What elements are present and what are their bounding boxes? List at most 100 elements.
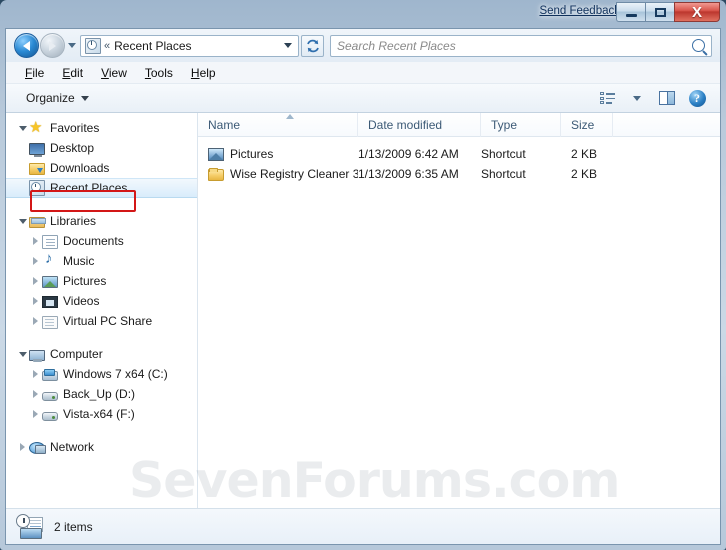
column-headers: Name Date modified Type Size <box>198 112 720 137</box>
triangle-down-icon <box>18 352 27 357</box>
sidebar-group-network[interactable]: Network <box>6 437 197 457</box>
triangle-right-icon <box>33 297 38 305</box>
maximize-button[interactable] <box>645 2 674 22</box>
file-size-cell: 2 KB <box>570 147 597 161</box>
sidebar-group-libraries[interactable]: Libraries <box>6 211 197 231</box>
sidebar-item-documents[interactable]: Documents <box>6 231 197 251</box>
chevron-down-icon <box>80 95 89 101</box>
picture-shortcut-icon <box>208 148 224 161</box>
column-header-size-label: Size <box>571 117 595 132</box>
forward-arrow-icon <box>49 40 56 51</box>
preview-pane-button[interactable] <box>654 87 680 109</box>
sidebar-item-backup-d[interactable]: Back_Up (D:) <box>6 384 197 404</box>
sidebar-item-pictures[interactable]: Pictures <box>6 271 197 291</box>
expander-documents[interactable] <box>29 231 42 251</box>
menu-edit[interactable]: Edit <box>53 64 92 82</box>
navigation-pane[interactable]: Favorites Desktop Downloads Recent Place… <box>6 113 198 508</box>
menu-help-rest: elp <box>199 65 216 80</box>
minimize-button[interactable] <box>616 2 645 22</box>
downloads-folder-icon <box>29 163 45 175</box>
change-view-button[interactable] <box>594 87 620 109</box>
desktop-icon <box>29 143 45 157</box>
command-bar-right: ? <box>594 87 714 109</box>
forward-button[interactable] <box>40 33 65 58</box>
menu-view[interactable]: View <box>92 64 136 82</box>
view-dropdown-button[interactable] <box>624 87 650 109</box>
refresh-button[interactable] <box>301 34 324 57</box>
search-input[interactable]: Search Recent Places <box>337 39 692 53</box>
breadcrumb-chevron-icon: « <box>104 39 110 52</box>
close-button[interactable]: X <box>674 2 720 22</box>
expander-libraries[interactable] <box>16 211 29 231</box>
expander-vista-f[interactable] <box>29 404 42 424</box>
column-header-type[interactable]: Type <box>481 112 561 137</box>
sidebar-item-recent-places[interactable]: Recent Places <box>6 178 197 198</box>
address-bar[interactable]: « Recent Places <box>80 34 299 57</box>
column-header-size[interactable]: Size <box>561 112 613 137</box>
status-bar: 2 items <box>6 508 720 544</box>
file-date-cell: 1/13/2009 6:42 AM <box>358 147 459 161</box>
triangle-right-icon <box>33 370 38 378</box>
send-feedback-link[interactable]: Send Feedback <box>539 5 620 17</box>
window-client-area: « Recent Places Search Recent Places Fil… <box>5 28 721 545</box>
table-row[interactable]: Wise Registry Cleaner 3 1/13/2009 6:35 A… <box>198 164 720 184</box>
column-header-date-modified[interactable]: Date modified <box>358 112 481 137</box>
organize-button[interactable]: Organize <box>18 88 97 108</box>
organize-label: Organize <box>26 91 75 105</box>
expander-pictures[interactable] <box>29 271 42 291</box>
file-name-cell[interactable]: Wise Registry Cleaner 3 <box>198 167 358 181</box>
triangle-right-icon <box>33 277 38 285</box>
expander-backup-d[interactable] <box>29 384 42 404</box>
breadcrumb-current[interactable]: Recent Places <box>114 39 280 53</box>
sidebar-item-music-label: Music <box>63 254 95 268</box>
file-name-cell[interactable]: Pictures <box>198 147 358 161</box>
hard-drive-icon <box>42 391 58 401</box>
address-dropdown-button[interactable] <box>280 36 296 56</box>
sort-ascending-icon <box>286 113 294 119</box>
expander-computer[interactable] <box>16 344 29 364</box>
sidebar-item-desktop[interactable]: Desktop <box>6 138 197 158</box>
back-button[interactable] <box>14 33 39 58</box>
virtual-pc-share-icon <box>42 315 58 329</box>
column-header-name[interactable]: Name <box>198 112 358 137</box>
sidebar-group-favorites[interactable]: Favorites <box>6 118 197 138</box>
sidebar-item-virtual-pc-share[interactable]: Virtual PC Share <box>6 311 197 331</box>
window-controls: X <box>616 2 720 22</box>
triangle-right-icon <box>33 410 38 418</box>
item-count-label: 2 items <box>54 519 93 534</box>
explorer-body: Favorites Desktop Downloads Recent Place… <box>6 112 720 508</box>
expander-favorites[interactable] <box>16 118 29 138</box>
sidebar-item-windows7-c[interactable]: Windows 7 x64 (C:) <box>6 364 197 384</box>
file-name-label: Pictures <box>230 147 274 161</box>
expander-virtual-pc-share[interactable] <box>29 311 42 331</box>
sidebar-item-pictures-label: Pictures <box>63 274 107 288</box>
recent-pages-button[interactable] <box>65 33 78 58</box>
sidebar-item-vista-f[interactable]: Vista-x64 (F:) <box>6 404 197 424</box>
menu-file-rest: ile <box>32 65 45 80</box>
expander-network[interactable] <box>16 437 29 457</box>
triangle-down-icon <box>18 126 27 131</box>
help-icon: ? <box>688 89 706 107</box>
expander-music[interactable] <box>29 251 42 271</box>
expander-windows7-c[interactable] <box>29 364 42 384</box>
sidebar-item-downloads[interactable]: Downloads <box>6 158 197 178</box>
back-arrow-icon <box>23 40 30 51</box>
file-name-label: Wise Registry Cleaner 3 <box>230 167 358 181</box>
menu-help[interactable]: Help <box>182 64 225 82</box>
table-row[interactable]: Pictures 1/13/2009 6:42 AM Shortcut 2 KB <box>198 144 720 164</box>
sidebar-item-documents-label: Documents <box>63 234 124 248</box>
sidebar-group-computer[interactable]: Computer <box>6 344 197 364</box>
menu-tools[interactable]: Tools <box>136 64 182 82</box>
explorer-window: Send Feedback X « Recent Places Search R… <box>0 0 726 550</box>
sidebar-item-music[interactable]: Music <box>6 251 197 271</box>
expander-videos[interactable] <box>29 291 42 311</box>
help-button[interactable]: ? <box>684 87 710 109</box>
search-box[interactable]: Search Recent Places <box>330 34 712 57</box>
menu-file[interactable]: File <box>16 64 53 82</box>
chevron-down-icon <box>633 95 641 101</box>
file-list-pane[interactable]: Name Date modified Type Size Pictures 1/… <box>198 112 720 508</box>
sidebar-item-videos[interactable]: Videos <box>6 291 197 311</box>
